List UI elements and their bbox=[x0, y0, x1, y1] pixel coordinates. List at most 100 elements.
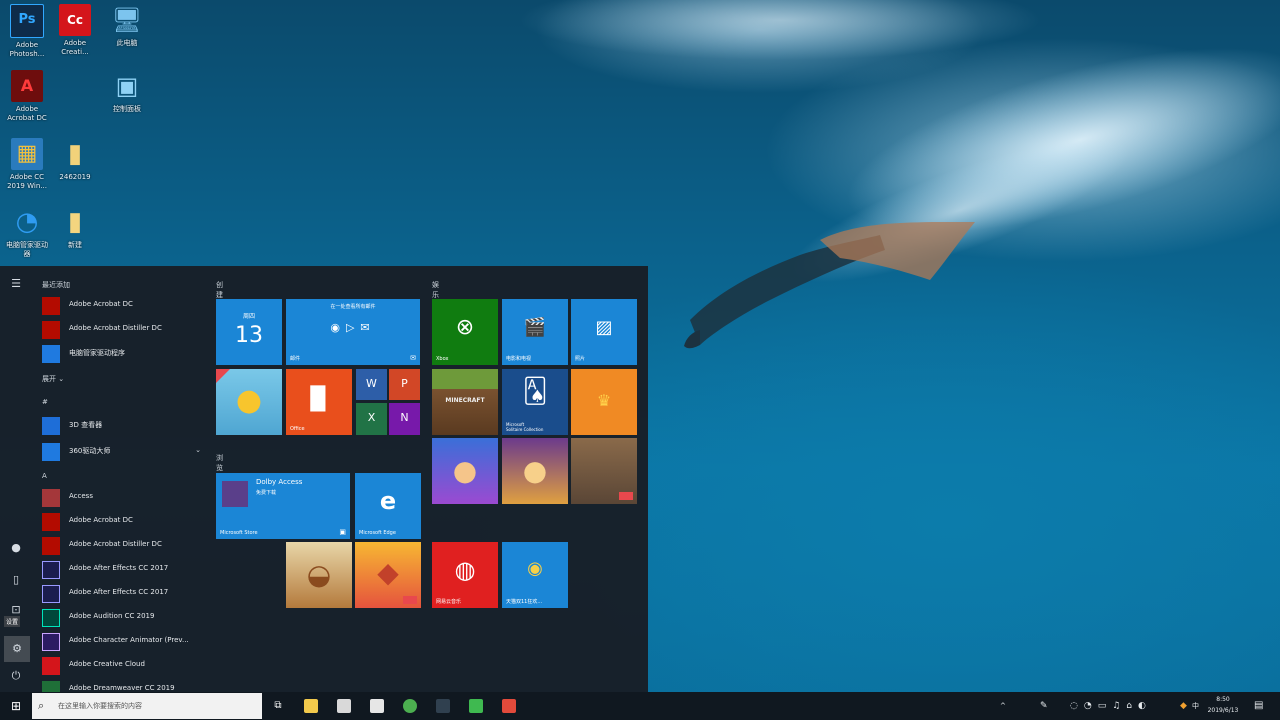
app-item-after-effects[interactable]: Adobe After Effects CC 2017 bbox=[42, 560, 207, 580]
tile-label: Xbox bbox=[436, 356, 449, 362]
tile-bird-game[interactable]: ● bbox=[216, 369, 282, 435]
app-item-driver[interactable]: 电脑管家驱动程序 bbox=[42, 344, 207, 364]
dolby-icon bbox=[222, 481, 248, 507]
desktop-icon-label: 控制面板 bbox=[113, 105, 141, 113]
clock-time: 8:50 bbox=[1216, 696, 1230, 703]
tile-office[interactable]: ▉ Office bbox=[286, 369, 352, 435]
tile-mail[interactable]: 在一处查看所有邮件 ◉▷✉ 邮件 ✉ bbox=[286, 299, 420, 365]
mail-icon: ✉ bbox=[410, 354, 416, 362]
app-item-after-effects-2[interactable]: Adobe After Effects CC 2017 bbox=[42, 584, 207, 604]
acrobat-icon: A bbox=[11, 70, 43, 102]
excel-icon: X bbox=[367, 411, 376, 424]
chrome-icon[interactable] bbox=[403, 699, 417, 713]
app-item-acrobat-dc-2[interactable]: Adobe Acrobat DC bbox=[42, 512, 207, 532]
tile-minecraft[interactable]: MINECRAFT bbox=[432, 369, 498, 435]
desktop-icon-adobe-cc-installer[interactable]: ▦ Adobe CC 2019 Win... bbox=[0, 138, 54, 191]
group-title-play: 娱乐 bbox=[432, 281, 439, 299]
tile-netease-music[interactable]: ◍ 网易云音乐 bbox=[432, 542, 498, 608]
tile-calendar[interactable]: 周四 13 bbox=[216, 299, 282, 365]
app-item-character-animator[interactable]: Adobe Character Animator (Prev... bbox=[42, 632, 207, 652]
task-view-button[interactable]: ⧉ bbox=[262, 692, 294, 720]
dolby-title: Dolby Access bbox=[256, 478, 303, 486]
app-list: 最近添加 Adobe Acrobat DC Adobe Acrobat Dist… bbox=[34, 266, 206, 694]
document-icon[interactable]: ▯ bbox=[8, 572, 24, 588]
desktop-icon-new-file[interactable]: ▮ 新建 bbox=[48, 206, 102, 250]
settings-icon[interactable]: ⚙ bbox=[4, 636, 30, 662]
tile-orange-game[interactable]: ♛ bbox=[571, 369, 637, 435]
film-icon: 🎬 bbox=[523, 317, 547, 338]
expand-toggle[interactable]: 展开 ⌄ bbox=[42, 374, 64, 384]
desktop-icon-control-panel[interactable]: ▣ 控制面板 bbox=[100, 70, 154, 114]
tile-label: 照片 bbox=[575, 356, 586, 362]
pen-icon[interactable]: ✎ bbox=[1040, 692, 1048, 720]
app-item-acrobat-distiller-2[interactable]: Adobe Acrobat Distiller DC bbox=[42, 536, 207, 556]
tile-word[interactable]: W bbox=[356, 369, 387, 400]
hash-header[interactable]: # bbox=[42, 398, 48, 406]
a-header[interactable]: A bbox=[42, 472, 47, 480]
desktop-icon-label: 2462019 bbox=[59, 173, 91, 181]
app-item-audition[interactable]: Adobe Audition CC 2019 bbox=[42, 608, 207, 628]
tray-chevron[interactable]: ^ bbox=[1000, 692, 1006, 720]
xbox-icon: ⊗ bbox=[455, 315, 475, 340]
app-item-acrobat-dc[interactable]: Adobe Acrobat DC bbox=[42, 296, 207, 316]
tile-tmall[interactable]: ◉ 天猫双11狂欢... bbox=[502, 542, 568, 608]
app-item-creative-cloud[interactable]: Adobe Creative Cloud bbox=[42, 656, 207, 676]
tray-icons[interactable]: ◌◔▭♫⌂◐ bbox=[1070, 692, 1152, 720]
app-icon[interactable] bbox=[502, 699, 516, 713]
store-icon: ▣ bbox=[339, 528, 346, 536]
tile-photos[interactable]: ▨ 照片 bbox=[571, 299, 637, 365]
tile-strategy-game[interactable] bbox=[571, 438, 637, 504]
driver-icon bbox=[42, 345, 60, 363]
mail-text: 在一处查看所有邮件 bbox=[330, 304, 376, 310]
store-icon[interactable] bbox=[337, 699, 351, 713]
desktop-icon-creative-cloud[interactable]: Cc Adobe Creati... bbox=[48, 4, 102, 57]
tile-dragon-game[interactable]: ◆ bbox=[355, 542, 421, 608]
user-icon[interactable]: ● bbox=[8, 540, 24, 556]
tile-burger-game[interactable]: ◒ bbox=[286, 542, 352, 608]
tile-solitaire[interactable]: 🂡 Microsoft Solitaire Collection bbox=[502, 369, 568, 435]
desktop-icon-photoshop[interactable]: Ps Adobe Photosh... bbox=[0, 4, 54, 59]
file-explorer-icon[interactable] bbox=[304, 699, 318, 713]
character-icon: ● bbox=[452, 454, 478, 487]
app-item-access[interactable]: Access bbox=[42, 488, 207, 508]
dolby-subtitle: 免费下载 bbox=[256, 490, 277, 496]
tile-princess-game[interactable]: ● bbox=[502, 438, 568, 504]
power-icon[interactable]: ⏻ bbox=[8, 668, 24, 684]
app-label: Adobe Acrobat Distiller DC bbox=[69, 540, 162, 548]
tile-dolby-access[interactable]: Dolby Access 免费下载 Microsoft Store ▣ bbox=[216, 473, 350, 539]
tile-movies-tv[interactable]: 🎬 电影和电视 bbox=[502, 299, 568, 365]
app-label: 3D 查看器 bbox=[69, 421, 103, 429]
app-item-acrobat-distiller[interactable]: Adobe Acrobat Distiller DC bbox=[42, 320, 207, 340]
app-label: Adobe Acrobat Distiller DC bbox=[69, 324, 162, 332]
character-animator-icon bbox=[42, 633, 60, 651]
tile-onenote[interactable]: N bbox=[389, 403, 420, 435]
taskbar-search-box[interactable]: ⌕ 在这里输入你要搜索的内容 bbox=[32, 693, 262, 719]
taskbar-clock[interactable]: 8:50 2019/6/13 bbox=[1203, 694, 1243, 716]
computer-icon: 🖥 bbox=[111, 6, 143, 34]
desktop-icon-driver-tool[interactable]: ◔ 电脑管家驱动 器 bbox=[0, 206, 54, 259]
tile-label: 网易云音乐 bbox=[436, 599, 462, 605]
start-button[interactable]: ⊞ bbox=[0, 692, 32, 720]
group-title-browse: 浏览 bbox=[216, 454, 223, 472]
acrobat-distiller-icon bbox=[42, 321, 60, 339]
action-center-icon[interactable]: ▤ bbox=[1254, 692, 1263, 720]
notification-app-icon[interactable]: ◆ bbox=[1180, 692, 1187, 720]
hamburger-icon[interactable]: ☰ bbox=[8, 276, 24, 292]
mail-icon[interactable] bbox=[370, 699, 384, 713]
tile-xbox[interactable]: ⊗ Xbox bbox=[432, 299, 498, 365]
screen-capture-icon[interactable] bbox=[436, 699, 450, 713]
ime-indicator[interactable]: 中 bbox=[1192, 692, 1199, 720]
app-item-3d-viewer[interactable]: 3D 查看器 bbox=[42, 416, 207, 436]
desktop-icon-acrobat[interactable]: A Adobe Acrobat DC bbox=[0, 70, 54, 123]
tile-powerpoint[interactable]: P bbox=[389, 369, 420, 400]
tile-excel[interactable]: X bbox=[356, 403, 387, 435]
app-label: Adobe Acrobat DC bbox=[69, 300, 133, 308]
camtasia-icon[interactable] bbox=[469, 699, 483, 713]
desktop-icon-this-pc[interactable]: 🖥 此电脑 bbox=[100, 4, 154, 48]
app-item-360-driver[interactable]: 360驱动大师 ⌄ bbox=[42, 442, 207, 462]
tile-edge[interactable]: e Microsoft Edge bbox=[355, 473, 421, 539]
tile-fantasy-game[interactable]: ● bbox=[432, 438, 498, 504]
netease-music-icon: ◍ bbox=[454, 556, 476, 584]
desktop-icon-file-2462019[interactable]: ▮ 2462019 bbox=[48, 138, 102, 182]
playing-cards-icon: 🂡 bbox=[522, 377, 548, 405]
